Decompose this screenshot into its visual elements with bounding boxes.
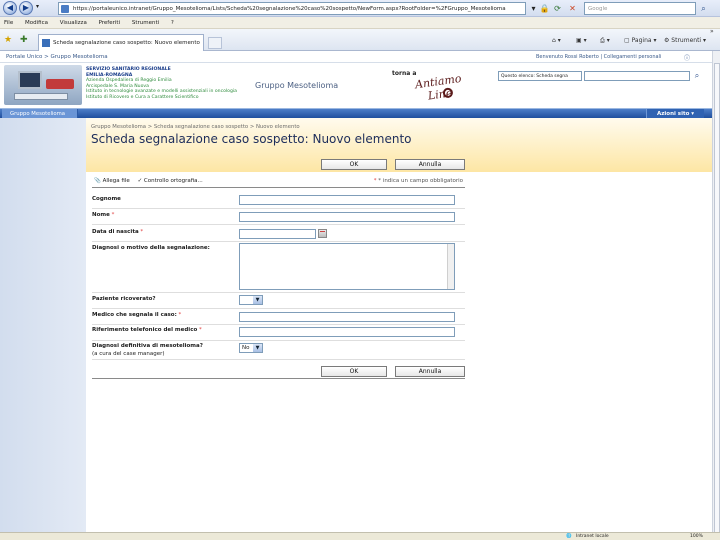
ricoverato-select[interactable]: ▼ [239,295,263,305]
label-riferimento: Riferimento telefonico del medico * [92,327,202,333]
left-navigation [0,118,86,532]
separator [92,359,465,360]
separator [92,208,465,209]
stop-icon[interactable]: ✕ [567,3,578,14]
separator [92,308,465,309]
data-nascita-input[interactable] [239,229,316,239]
back-button-icon[interactable]: ◀ [3,1,17,15]
label-diagnosi-motivo: Diagnosi o motivo della segnalazione: [92,245,210,251]
url-field[interactable]: https://portaleunico.intranet/Gruppo_Mes… [58,2,526,15]
menu-modifica[interactable]: Modifica [25,20,48,26]
search-scope-select[interactable]: Questo elenco: Scheda segna [498,71,582,81]
spelling-link[interactable]: Controllo ortografia... [144,178,203,184]
breadcrumb[interactable]: Gruppo Mesotelioma > Scheda segnalazione… [91,124,300,130]
menu-file[interactable]: File [4,20,13,26]
form-toolbar: 📎 Allega file ✓ Controllo ortografia... … [92,176,465,188]
paperclip-icon: 📎 [94,178,101,184]
diagnosi-definitiva-select[interactable]: No ▼ [239,343,263,353]
menu-preferiti[interactable]: Preferiti [99,20,121,26]
tools-menu[interactable]: ⚙ Strumenti ▾ [664,35,706,46]
menu-bar: File Modifica Visualizza Preferiti Strum… [0,17,720,29]
history-dropdown-icon[interactable]: ▾ [36,3,39,10]
nome-input[interactable] [239,212,455,222]
top-breadcrumb[interactable]: Portale Unico > Gruppo Mesotelioma [6,54,108,60]
favorites-star-icon[interactable]: ★ [4,35,12,45]
separator [92,340,465,341]
tab-favicon-icon [42,39,50,47]
search-input[interactable]: Google [584,2,696,15]
label-nome: Nome * [92,212,115,218]
feeds-icon[interactable]: ▣ ▾ [576,35,587,46]
site-title[interactable]: Gruppo Mesotelioma [255,81,338,90]
keyboard-icon [14,93,68,100]
chevron-more-icon[interactable]: » [710,26,714,37]
riferimento-input[interactable] [239,327,455,337]
required-note: * * indica un campo obbligatorio [373,178,463,184]
menu-visualizza[interactable]: Visualizza [60,20,87,26]
separator [92,224,465,225]
site-search-icon[interactable]: ⌕ [692,70,702,81]
top-nav: Gruppo Mesotelioma Azioni sito ▾ [0,108,712,119]
label-ricoverato: Paziente ricoverato? [92,296,156,302]
search-icon[interactable]: ⌕ [698,3,709,14]
page-menu[interactable]: ▢ Pagina ▾ [624,35,656,46]
tab-active[interactable]: Scheda segnalazione caso sospetto: Nuovo… [38,34,204,51]
org-line: Istituto in tecnologie avanzate e modell… [86,89,238,94]
lock-icon: 🔒 [539,4,550,13]
attach-file-link[interactable]: Allega file [103,178,130,184]
textarea-scrollbar[interactable] [447,244,454,289]
form-bottom-line [92,378,465,379]
medico-input[interactable] [239,312,455,322]
cognome-input[interactable] [239,195,455,205]
separator [92,241,465,242]
add-favorites-icon[interactable]: ✚ [20,35,28,45]
device-icon [46,79,74,89]
label-data-nascita: Data di nascita * [92,229,144,235]
separator [92,292,465,293]
menu-help[interactable]: ? [171,20,174,26]
monitor-icon [18,71,42,89]
ok-button-top[interactable]: OK [321,159,387,170]
spellcheck-icon: ✓ [137,178,143,184]
select-value: No [242,345,250,351]
label-cognome: Cognome [92,196,121,202]
refresh-icon[interactable]: ⟳ [552,3,563,14]
torna-a-label: torna a [392,70,417,77]
site-logo-image [4,65,82,105]
user-links[interactable]: Benvenuto Rossi Roberto | Collegamenti p… [536,54,661,60]
forward-button-icon[interactable]: ▶ [19,1,33,15]
home-icon[interactable]: ⌂ ▾ [552,35,561,46]
menu-strumenti[interactable]: Strumenti [132,20,159,26]
browser-address-bar: ◀ ▶ ▾ https://portaleunico.intranet/Grup… [0,0,720,17]
label-medico: Medico che segnala il caso: * [92,312,182,318]
tab-title: Scheda segnalazione caso sospetto: Nuovo… [53,40,200,46]
site-header: SERVIZIO SANITARIO REGIONALE EMILIA-ROMA… [0,54,712,108]
org-line: Istituto di Ricovero e Cura a Carattere … [86,94,199,100]
chevron-down-icon: ▼ [253,344,262,352]
scrollbar-thumb[interactable] [714,63,720,533]
new-tab-button[interactable] [208,37,222,49]
page-icon [61,5,69,13]
cancel-button-bottom[interactable]: Annulla [395,366,465,377]
page-scrollbar[interactable] [712,51,720,533]
organization-text: SERVIZIO SANITARIO REGIONALE EMILIA-ROMA… [86,67,246,100]
url-text: https://portaleunico.intranet/Gruppo_Mes… [73,6,506,12]
status-bar: 🌐 Intranet locale 100% [0,532,720,540]
help-icon[interactable]: ⓘ [684,53,690,62]
cancel-button-top[interactable]: Annulla [395,159,465,170]
chevron-down-icon: ▼ [253,296,262,304]
url-dropdown-icon[interactable]: ▾ [528,3,539,14]
calendar-icon[interactable] [318,229,327,238]
label-diagnosi-definitiva: Diagnosi definitiva di mesotelioma? (a c… [92,343,203,357]
print-icon[interactable]: ⎙ ▾ [600,35,610,46]
tab-bar: ★ ✚ Scheda segnalazione caso sospetto: N… [0,26,720,51]
page-title: Scheda segnalazione caso sospetto: Nuovo… [91,132,412,146]
separator [92,324,465,325]
site-search-input[interactable] [584,71,690,81]
diagnosi-textarea[interactable] [239,243,455,290]
ok-button-bottom[interactable]: OK [321,366,387,377]
